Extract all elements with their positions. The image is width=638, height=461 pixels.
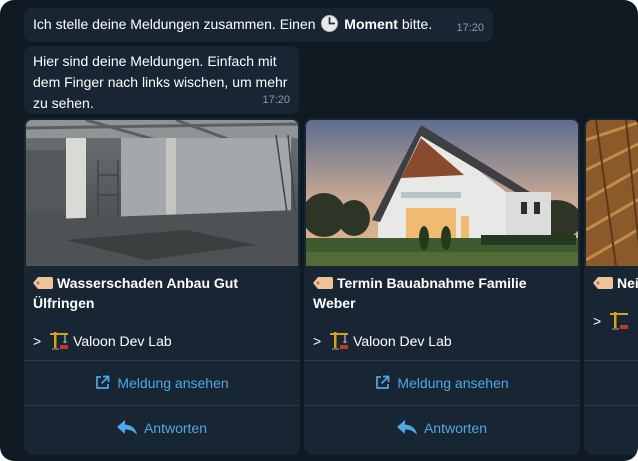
message-text-end: bitte. bbox=[401, 16, 433, 32]
report-title: Wasserschaden Anbau Gut Ülfringen bbox=[33, 275, 239, 311]
report-carousel[interactable]: Wasserschaden Anbau Gut Ülfringen > Valo… bbox=[24, 118, 638, 455]
clock-icon bbox=[321, 15, 339, 32]
external-link-icon bbox=[96, 375, 110, 389]
report-team: > Valoon Dev Lab bbox=[313, 330, 452, 351]
label-tag-icon bbox=[593, 277, 613, 289]
label-tag-icon bbox=[33, 277, 53, 289]
crane-icon bbox=[610, 312, 629, 330]
label-tag-icon bbox=[313, 277, 333, 289]
message-bold-text: Moment bbox=[344, 16, 398, 32]
reply-button[interactable] bbox=[584, 405, 638, 449]
report-team: > Valoon Dev Lab bbox=[33, 330, 172, 351]
message-bubble-reports: Hier sind deine Meldungen. Einfach mit d… bbox=[24, 46, 299, 114]
view-report-button[interactable]: Meldung ansehen bbox=[304, 360, 580, 404]
report-photo-water-damage bbox=[26, 120, 298, 266]
message-bubble-collecting: Ich stelle deine Meldungen zusammen. Ein… bbox=[24, 8, 493, 42]
view-report-button[interactable] bbox=[584, 360, 638, 404]
report-title: Nei bbox=[593, 273, 638, 293]
reply-button[interactable]: Antworten bbox=[24, 405, 300, 449]
chat-window: Ich stelle deine Meldungen zusammen. Ein… bbox=[0, 0, 638, 461]
reply-arrow-icon bbox=[116, 419, 137, 435]
report-title: Termin Bauabnahme Familie Weber bbox=[313, 275, 527, 311]
report-photo-wood bbox=[586, 120, 638, 266]
message-text: Hier sind deine Meldungen. Einfach mit d… bbox=[33, 53, 288, 111]
message-time: 17:20 bbox=[262, 94, 290, 106]
message-time: 17:20 bbox=[456, 22, 484, 34]
report-photo-house bbox=[306, 120, 578, 266]
reply-button[interactable]: Antworten bbox=[304, 405, 580, 449]
crane-icon bbox=[50, 332, 69, 350]
report-team: > bbox=[593, 310, 633, 331]
report-card[interactable]: Wasserschaden Anbau Gut Ülfringen > Valo… bbox=[24, 118, 300, 455]
report-card[interactable]: Termin Bauabnahme Familie Weber > Valoon… bbox=[304, 118, 580, 455]
report-card-partial[interactable]: Nei > bbox=[584, 118, 638, 455]
external-link-icon bbox=[376, 375, 390, 389]
message-text: Ich stelle deine Meldungen zusammen. Ein… bbox=[33, 16, 316, 32]
crane-icon bbox=[330, 332, 349, 350]
reply-arrow-icon bbox=[396, 419, 417, 435]
view-report-button[interactable]: Meldung ansehen bbox=[24, 360, 300, 404]
